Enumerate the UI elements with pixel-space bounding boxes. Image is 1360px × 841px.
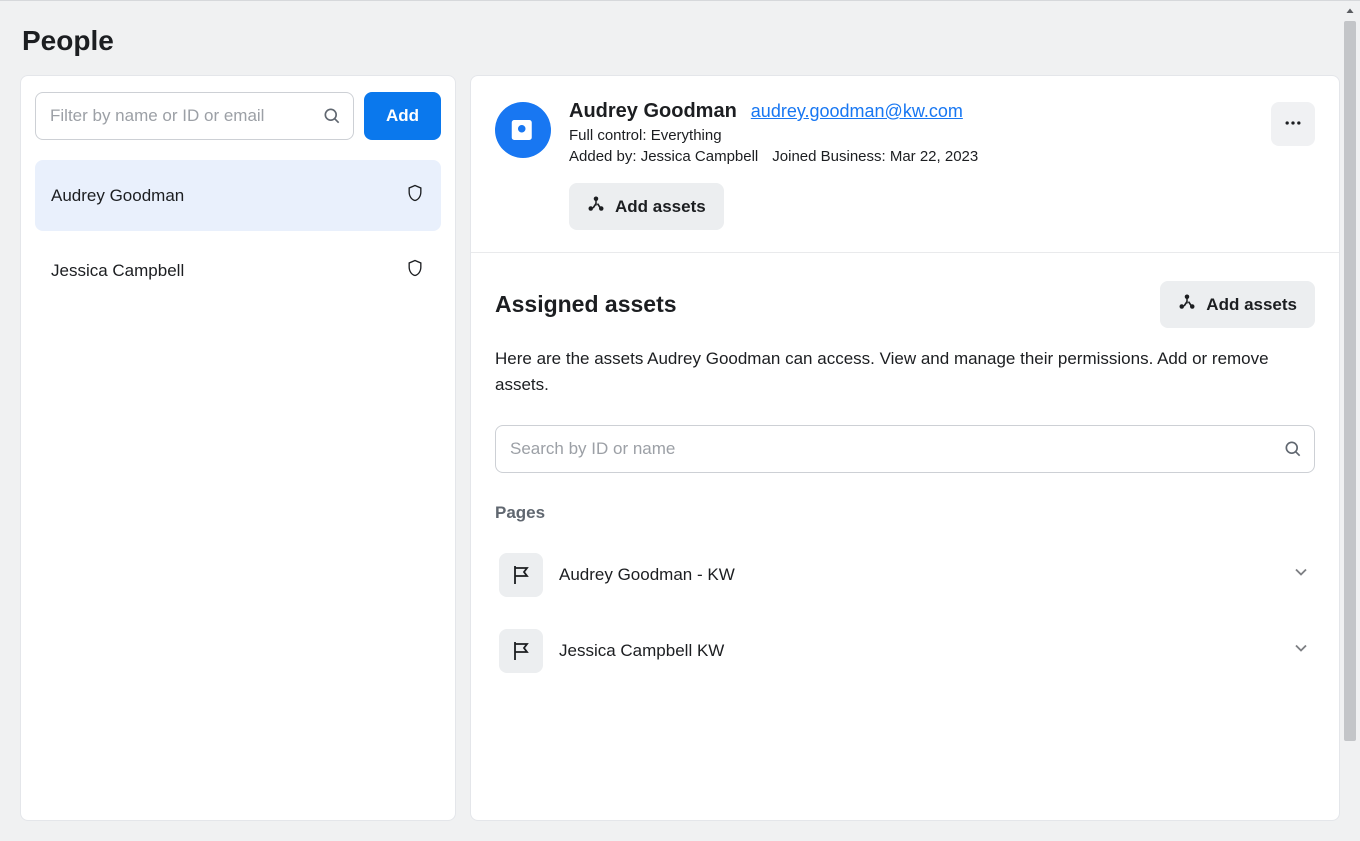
person-detail: Audrey Goodman audrey.goodman@kw.com Ful… bbox=[470, 75, 1340, 821]
chevron-down-icon bbox=[1291, 638, 1311, 663]
chevron-down-icon bbox=[1291, 562, 1311, 587]
scroll-thumb[interactable] bbox=[1344, 21, 1356, 741]
pages-subheader: Pages bbox=[495, 503, 1315, 523]
flag-icon bbox=[499, 629, 543, 673]
add-assets-button-secondary[interactable]: Add assets bbox=[1160, 281, 1315, 328]
scroll-up-icon[interactable] bbox=[1342, 3, 1358, 19]
search-icon bbox=[322, 106, 342, 126]
person-name: Audrey Goodman bbox=[569, 100, 737, 123]
people-filter-input[interactable] bbox=[35, 92, 354, 140]
people-item-name: Audrey Goodman bbox=[51, 186, 184, 206]
more-actions-button[interactable] bbox=[1271, 102, 1315, 146]
asset-name: Jessica Campbell KW bbox=[559, 641, 1275, 661]
asset-name: Audrey Goodman - KW bbox=[559, 565, 1275, 585]
person-email-link[interactable]: audrey.goodman@kw.com bbox=[751, 101, 963, 122]
assets-icon bbox=[1178, 293, 1196, 316]
assigned-assets-title: Assigned assets bbox=[495, 291, 677, 318]
people-item-name: Jessica Campbell bbox=[51, 261, 184, 281]
person-added-by: Added by: Jessica Campbell bbox=[569, 148, 758, 165]
people-item[interactable]: Jessica Campbell bbox=[35, 235, 441, 306]
people-sidebar: Add Audrey Goodman Jessica Campbell bbox=[20, 75, 456, 821]
person-joined: Joined Business: Mar 22, 2023 bbox=[772, 148, 978, 165]
ellipsis-icon bbox=[1283, 113, 1303, 136]
add-people-button[interactable]: Add bbox=[364, 92, 441, 140]
shield-icon bbox=[405, 257, 425, 284]
people-item[interactable]: Audrey Goodman bbox=[35, 160, 441, 231]
person-role: Full control: Everything bbox=[569, 127, 1253, 144]
assigned-assets-description: Here are the assets Audrey Goodman can a… bbox=[495, 346, 1315, 399]
search-icon bbox=[1283, 439, 1303, 459]
add-assets-label: Add assets bbox=[615, 197, 706, 217]
assets-icon bbox=[587, 195, 605, 218]
flag-icon bbox=[499, 553, 543, 597]
page-title: People bbox=[20, 1, 1340, 75]
asset-search-input[interactable] bbox=[495, 425, 1315, 473]
vertical-scrollbar[interactable] bbox=[1342, 1, 1358, 841]
add-assets-label: Add assets bbox=[1206, 295, 1297, 315]
avatar bbox=[495, 102, 551, 158]
asset-row[interactable]: Jessica Campbell KW bbox=[495, 613, 1315, 689]
add-assets-button[interactable]: Add assets bbox=[569, 183, 724, 230]
shield-icon bbox=[405, 182, 425, 209]
asset-row[interactable]: Audrey Goodman - KW bbox=[495, 537, 1315, 613]
